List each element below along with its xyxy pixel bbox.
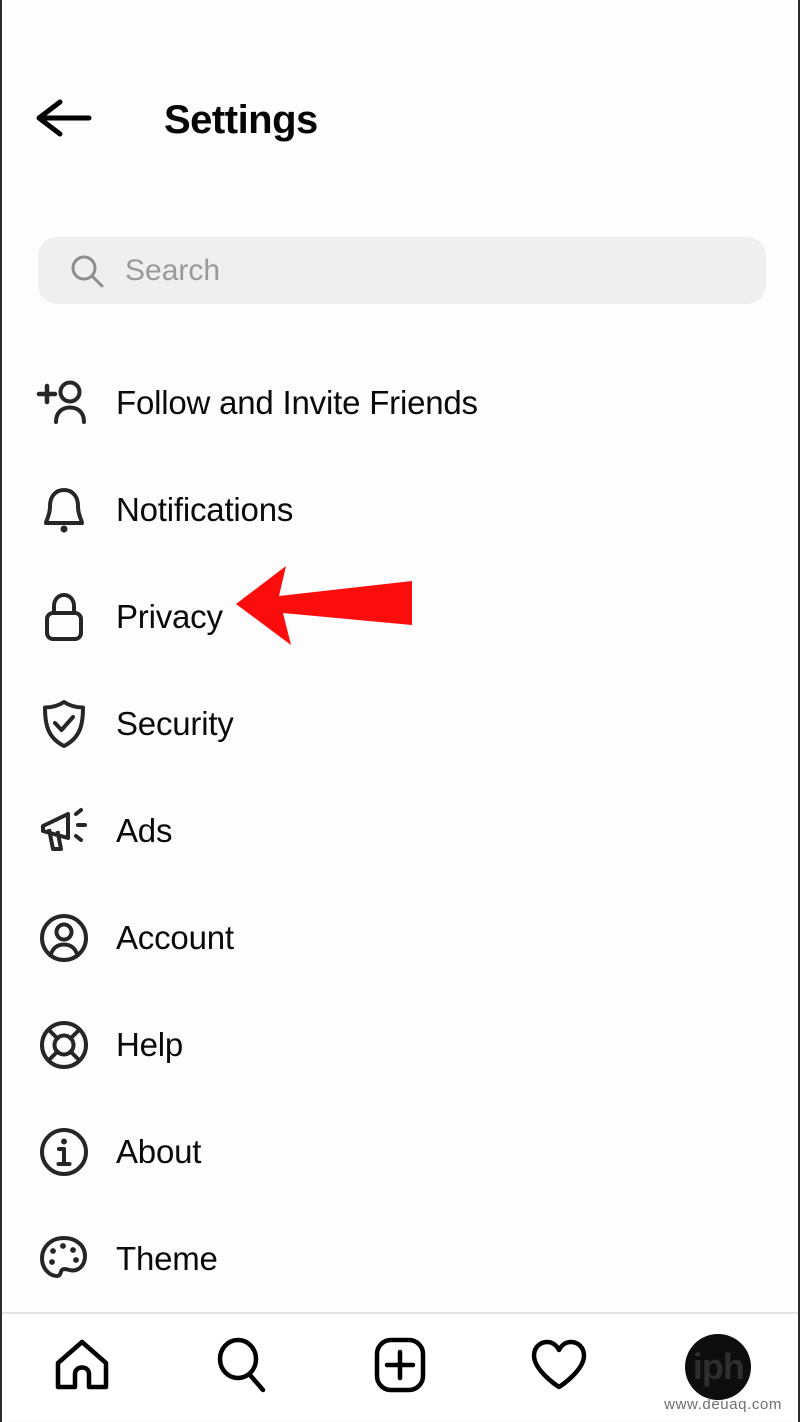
search-icon <box>70 254 104 288</box>
settings-item-label: Security <box>116 704 234 742</box>
person-circle-icon <box>34 912 94 964</box>
palette-icon <box>34 1233 94 1285</box>
avatar-text: iph <box>692 1346 745 1387</box>
phone-screen: Settings Search Follow and Invite Friend… <box>0 0 800 1422</box>
settings-list: Follow and Invite Friends Notifications … <box>2 349 798 1312</box>
settings-item-label: About <box>116 1132 202 1170</box>
settings-item-label: Follow and Invite Friends <box>116 383 478 421</box>
settings-item-account[interactable]: Account <box>2 884 798 991</box>
back-button[interactable] <box>35 93 93 147</box>
megaphone-icon <box>34 806 94 856</box>
search-icon <box>213 1336 269 1399</box>
lock-icon <box>34 591 94 643</box>
settings-item-ads[interactable]: Ads <box>2 777 798 884</box>
settings-item-label: Privacy <box>116 597 223 635</box>
plus-square-icon <box>373 1336 427 1399</box>
settings-item-label: Account <box>116 918 234 956</box>
settings-item-label: Notifications <box>116 490 294 528</box>
settings-item-privacy[interactable]: Privacy <box>2 563 798 670</box>
life-ring-icon <box>34 1019 94 1071</box>
person-plus-icon <box>34 379 94 427</box>
settings-item-notifications[interactable]: Notifications <box>2 456 798 563</box>
settings-item-theme[interactable]: Theme <box>2 1205 798 1312</box>
settings-item-help[interactable]: Help <box>2 991 798 1098</box>
arrow-left-icon <box>36 99 92 142</box>
nav-search-button[interactable] <box>161 1314 320 1420</box>
heart-icon <box>530 1338 588 1397</box>
search-input[interactable]: Search <box>38 237 766 304</box>
home-icon <box>53 1337 111 1398</box>
avatar: iph <box>687 1336 750 1398</box>
settings-item-label: Help <box>116 1025 184 1063</box>
settings-item-security[interactable]: Security <box>2 670 798 777</box>
info-circle-icon <box>34 1126 94 1178</box>
header: Settings <box>2 0 798 200</box>
settings-item-follow-and-invite-friends[interactable]: Follow and Invite Friends <box>2 349 798 456</box>
nav-create-button[interactable] <box>320 1314 479 1420</box>
settings-item-label: Ads <box>116 811 173 849</box>
nav-activity-button[interactable] <box>480 1314 639 1420</box>
shield-check-icon <box>34 698 94 750</box>
search-placeholder: Search <box>125 253 221 287</box>
page-title: Settings <box>164 98 318 142</box>
bell-icon <box>34 485 94 535</box>
watermark: www.deuaq.com <box>664 1396 782 1413</box>
nav-home-button[interactable] <box>2 1314 161 1420</box>
settings-item-label: Theme <box>116 1239 218 1277</box>
settings-item-about[interactable]: About <box>2 1098 798 1205</box>
